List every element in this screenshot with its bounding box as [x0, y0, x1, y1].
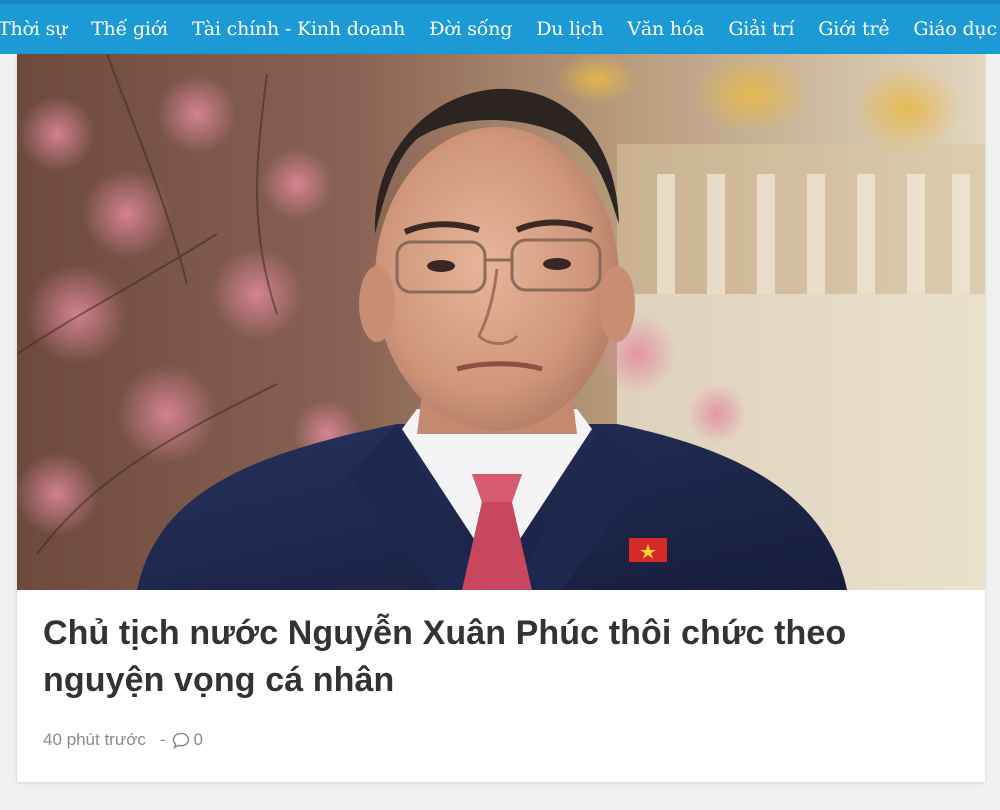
- top-navigation-bar: Thời sự Thế giới Tài chính - Kinh doanh …: [0, 0, 1000, 54]
- nav-item-the-gioi[interactable]: Thế giới: [79, 18, 180, 40]
- article-timestamp: 40 phút trước: [43, 730, 146, 749]
- nav-item-van-hoa[interactable]: Văn hóa: [615, 18, 716, 40]
- article-hero-image[interactable]: [17, 54, 985, 590]
- nav-item-giai-tri[interactable]: Giải trí: [716, 18, 806, 40]
- nav-item-doi-song[interactable]: Đời sống: [417, 18, 524, 40]
- meta-separator: -: [159, 730, 166, 749]
- article-meta: 40 phút trước - 0: [43, 728, 203, 752]
- article-card: Chủ tịch nước Nguyễn Xuân Phúc thôi chức…: [17, 54, 985, 782]
- nav-menu: Thời sự Thế giới Tài chính - Kinh doanh …: [0, 4, 1000, 54]
- nav-item-gioi-tre[interactable]: Giới trẻ: [806, 18, 901, 40]
- nav-item-giao-duc[interactable]: Giáo dục: [901, 18, 1000, 40]
- nav-item-tai-chinh-kinh-doanh[interactable]: Tài chính - Kinh doanh: [180, 18, 417, 40]
- portrait-photo: [17, 54, 985, 590]
- article-headline[interactable]: Chủ tịch nước Nguyễn Xuân Phúc thôi chức…: [43, 610, 963, 704]
- comment-bubble-icon[interactable]: [172, 732, 190, 749]
- comment-count[interactable]: 0: [194, 730, 203, 750]
- nav-item-du-lich[interactable]: Du lịch: [524, 18, 615, 40]
- nav-item-thoi-su[interactable]: Thời sự: [0, 18, 79, 40]
